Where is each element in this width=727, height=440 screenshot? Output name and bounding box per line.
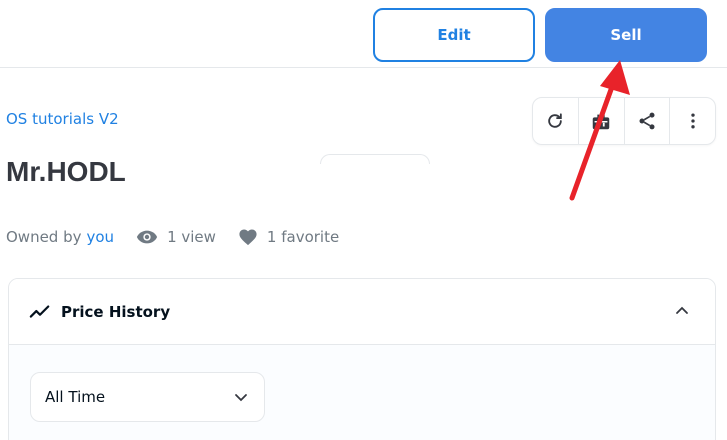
more-options-button[interactable] <box>670 98 715 144</box>
price-history-body: All Time <box>9 345 715 440</box>
more-icon <box>690 113 695 129</box>
favorites-stat: 1 favorite <box>238 228 339 246</box>
views-stat: 1 view <box>136 228 216 246</box>
favorites-count: 1 favorite <box>266 228 340 246</box>
heart-icon <box>239 229 257 246</box>
share-button[interactable] <box>625 98 671 144</box>
ownership-row: Owned by you 1 view 1 favorite <box>6 226 339 248</box>
edit-button[interactable]: Edit <box>373 8 535 62</box>
item-actions-group <box>532 97 716 145</box>
share-icon <box>639 112 655 130</box>
price-history-title: Price History <box>61 302 171 321</box>
collection-link[interactable]: OS tutorials V2 <box>6 110 119 128</box>
item-action-bar: Edit Sell <box>0 0 727 68</box>
gift-icon <box>592 114 610 130</box>
trend-line-icon <box>29 304 50 318</box>
chevron-down-icon <box>235 394 247 402</box>
owned-by-label: Owned by <box>6 228 82 246</box>
sell-button[interactable]: Sell <box>545 8 707 62</box>
price-history-panel: Price History All Time <box>8 278 716 440</box>
refresh-metadata-button[interactable] <box>533 98 579 144</box>
nft-item-page: Edit Sell OS tutorials V2 Mr.HODL Owned … <box>0 0 727 440</box>
time-range-value: All Time <box>45 388 106 406</box>
time-range-select[interactable]: All Time <box>30 372 265 422</box>
views-count: 1 view <box>167 228 216 246</box>
price-history-header[interactable]: Price History <box>9 279 715 345</box>
chevron-up-icon[interactable] <box>675 303 689 317</box>
eye-icon <box>136 230 158 244</box>
item-title: Mr.HODL <box>6 156 126 187</box>
owner-link[interactable]: you <box>87 228 115 246</box>
transfer-button[interactable] <box>579 98 625 144</box>
refresh-icon <box>548 113 563 128</box>
partial-control-offscreen <box>320 154 430 164</box>
